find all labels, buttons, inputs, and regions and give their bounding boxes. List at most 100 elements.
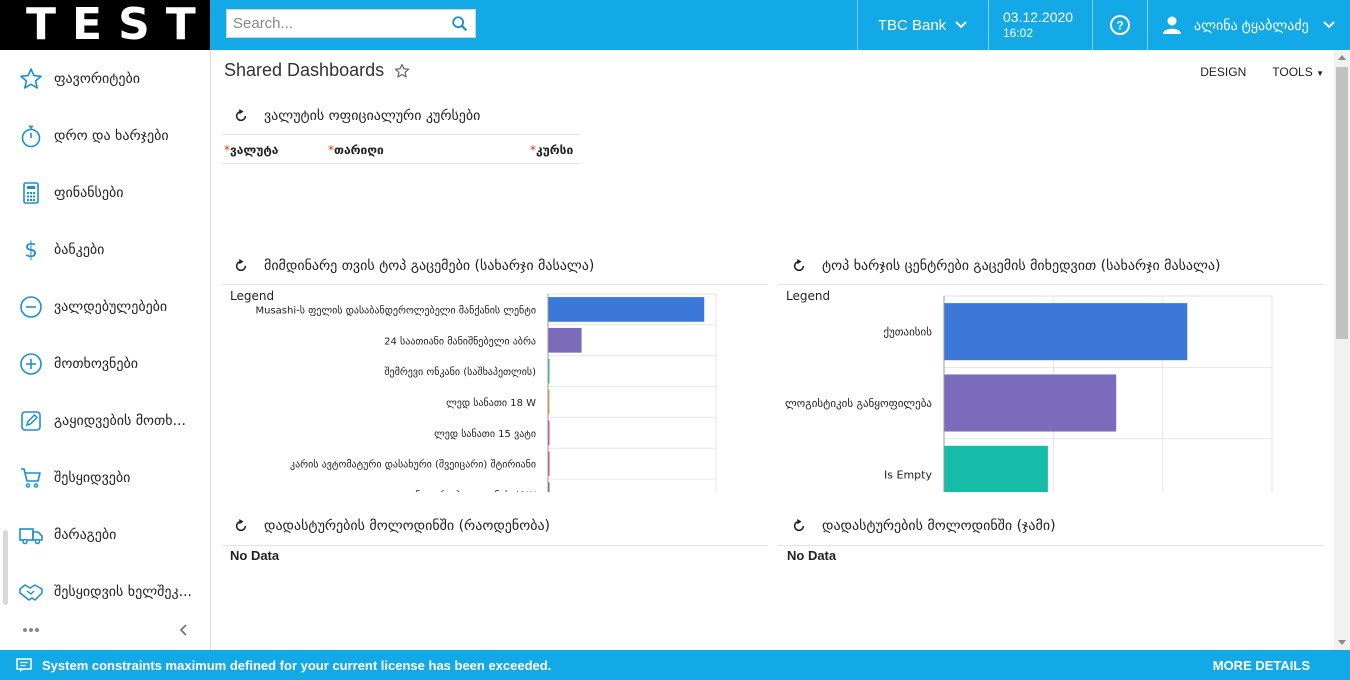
- minus-circle-icon: [20, 295, 42, 318]
- column-label: კურსი: [536, 143, 574, 157]
- sidebar: ფავორიტები დრო და ხარჯები ფინანსები $ ბა…: [0, 50, 211, 650]
- column-label: ვალუტა: [230, 143, 279, 157]
- refresh-icon[interactable]: [234, 519, 248, 533]
- message-icon: [16, 657, 32, 672]
- sidebar-footer: [0, 610, 210, 650]
- tools-menu[interactable]: TOOLS ▼: [1272, 65, 1324, 79]
- sidebar-item-time-expenses[interactable]: დრო და ხარჯები: [0, 107, 210, 164]
- user-icon: [1163, 16, 1181, 34]
- sidebar-item-purchases[interactable]: შესყიდვები: [0, 449, 210, 506]
- sidebar-item-inventory[interactable]: მარაგები: [0, 506, 210, 563]
- top-sales-title: მიმდინარე თვის ტოპ გაცემები (სახარჯი მას…: [264, 258, 595, 274]
- y-tick-label: Musashi-ს ფელის დასაბანდეროლებელი მანქან…: [256, 304, 537, 316]
- caret-down-icon: ▼: [1316, 69, 1324, 78]
- y-tick-label: ლედ სანათი 15 ვატი: [434, 428, 536, 440]
- plus-circle-icon: [20, 352, 42, 375]
- y-tick-label: ქუთაისის: [883, 326, 932, 339]
- rates-widget-title: ვალუტის ოფიციალური კურსები: [234, 108, 480, 124]
- divider: [222, 163, 580, 164]
- y-tick-label: Is Empty: [884, 468, 932, 481]
- bar: [944, 303, 1188, 361]
- date-label: 03.12.2020: [1003, 9, 1074, 25]
- dollar-icon: $: [24, 238, 37, 262]
- sidebar-item-label: მოთხოვნები: [54, 355, 138, 372]
- tools-label: TOOLS: [1272, 65, 1313, 79]
- sidebar-item-label: მარაგები: [54, 526, 117, 543]
- refresh-icon[interactable]: [234, 259, 248, 273]
- scroll-up-icon[interactable]: [1338, 55, 1346, 60]
- legend-title: Legend: [786, 289, 830, 303]
- dashboard-main: Shared Dashboards DESIGN TOOLS ▼ ვალუტის…: [212, 50, 1334, 650]
- no-data-label: No Data: [787, 548, 837, 563]
- sidebar-item-banks[interactable]: $ ბანკები: [0, 221, 210, 278]
- legend-title: Legend: [230, 289, 274, 303]
- refresh-icon[interactable]: [792, 519, 806, 533]
- divider: [222, 284, 768, 285]
- pencil-icon: [21, 410, 41, 431]
- notification-message: System constraints maximum defined for y…: [42, 657, 552, 673]
- column-header-date[interactable]: *თარიღი: [328, 143, 384, 157]
- sidebar-item-receivables[interactable]: მოთხოვნები: [0, 335, 210, 392]
- truck-icon: [19, 527, 43, 544]
- sidebar-item-label: დრო და ხარჯები: [54, 127, 169, 144]
- bar: [548, 297, 705, 322]
- design-button[interactable]: DESIGN: [1200, 65, 1246, 79]
- scroll-down-icon[interactable]: [1338, 640, 1346, 645]
- column-header-currency[interactable]: *ვალუტა: [224, 143, 278, 157]
- divider: [222, 134, 580, 135]
- sidebar-scrollbar[interactable]: [3, 530, 8, 605]
- pending-sum-title: დადასტურების მოლოდინში (ჯამი): [822, 518, 1056, 534]
- chevron-down-icon: [955, 21, 967, 29]
- sidebar-item-label: ფინანსები: [54, 184, 124, 201]
- top-sales-widget-title: მიმდინარე თვის ტოპ გაცემები (სახარჯი მას…: [234, 258, 594, 274]
- refresh-icon[interactable]: [792, 259, 806, 273]
- business-date[interactable]: 03.12.2020 16:02: [989, 0, 1092, 50]
- sidebar-item-sales-requests[interactable]: გაყიდვების მოთხ...: [0, 392, 210, 449]
- sidebar-item-favorites[interactable]: ფავორიტები: [0, 50, 210, 107]
- sidebar-item-liabilities[interactable]: ვალდებულებები: [0, 278, 210, 335]
- app-logo[interactable]: TEST: [0, 0, 210, 50]
- y-tick-label: ლოგისტიკის განყოფილება: [785, 397, 932, 410]
- search-box[interactable]: [226, 9, 476, 38]
- top-bar: TEST TBC Bank 03.12.2020 16:02 ? ალინა ტ…: [0, 0, 1350, 50]
- search-input[interactable]: [227, 10, 447, 37]
- help-icon: ?: [1110, 15, 1130, 35]
- calculator-icon: [23, 181, 39, 204]
- user-name: ალინა ტყაბლაძე: [1194, 16, 1309, 33]
- scrollbar-thumb[interactable]: [1336, 67, 1348, 339]
- y-tick-label: კარის ავტომატური დასახური (შვეიცარი) შტი…: [290, 459, 536, 471]
- sidebar-item-label: ფავორიტები: [54, 70, 140, 87]
- svg-text:$: $: [24, 238, 37, 262]
- divider: [222, 545, 768, 546]
- search-icon[interactable]: [451, 15, 469, 33]
- page-scrollbar[interactable]: [1334, 50, 1350, 650]
- star-icon[interactable]: [394, 63, 410, 79]
- y-tick-label: ლედ სანათი 18 W: [446, 397, 536, 409]
- more-details-link[interactable]: MORE DETAILS: [1213, 658, 1310, 673]
- refresh-icon[interactable]: [234, 109, 248, 123]
- y-tick-label: შემრევი ონკანი (საშხაპეთლის): [384, 366, 536, 378]
- cart-icon: [21, 467, 41, 488]
- help-button[interactable]: ?: [1093, 0, 1147, 50]
- column-header-rate[interactable]: *კურსი: [530, 143, 573, 157]
- bar: [944, 445, 1048, 492]
- stopwatch-icon: [21, 125, 41, 147]
- sidebar-item-finance[interactable]: ფინანსები: [0, 164, 210, 221]
- pending-qty-widget-title: დადასტურების მოლოდინში (რაოდენობა): [234, 518, 550, 534]
- company-label: TBC Bank: [877, 16, 947, 34]
- svg-text:?: ?: [1116, 19, 1123, 33]
- collapse-sidebar-icon[interactable]: [178, 623, 188, 637]
- y-tick-label: ნათურა ჰალოგენის 42W: [415, 490, 536, 492]
- time-label: 16:02: [1003, 26, 1034, 40]
- rates-title: ვალუტის ოფიციალური კურსები: [264, 108, 481, 124]
- user-menu[interactable]: ალინა ტყაბლაძე: [1148, 0, 1350, 50]
- more-dots-icon[interactable]: [22, 627, 40, 633]
- no-data-label: No Data: [230, 548, 280, 563]
- sidebar-item-label: ბანკები: [54, 241, 105, 258]
- sidebar-item-label: გაყიდვების მოთხ...: [54, 412, 186, 429]
- license-notification-bar: System constraints maximum defined for y…: [0, 650, 1350, 680]
- handshake-icon: [19, 583, 43, 601]
- company-selector[interactable]: TBC Bank: [858, 0, 988, 50]
- bar: [548, 327, 582, 353]
- pending-sum-widget-title: დადასტურების მოლოდინში (ჯამი): [792, 518, 1056, 534]
